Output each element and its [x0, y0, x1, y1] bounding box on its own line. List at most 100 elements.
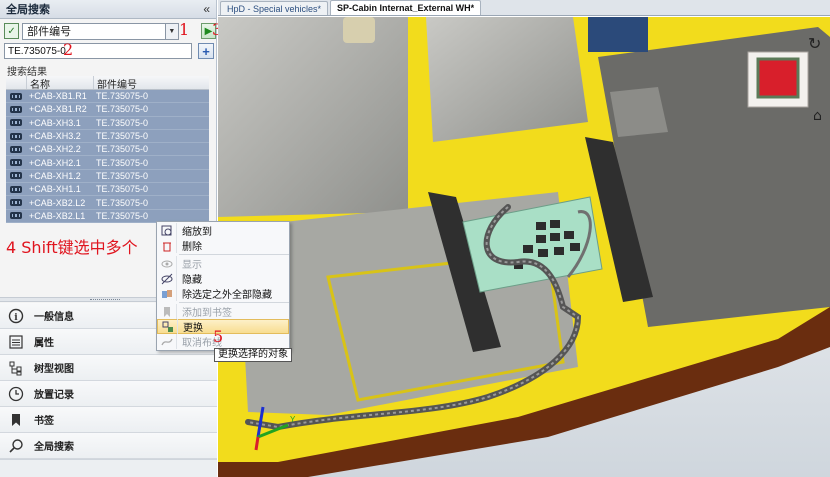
collapse-panel-icon[interactable]: « [203, 2, 210, 16]
tab-document[interactable]: HpD - Special vehicles* [220, 1, 329, 15]
nav-footer [0, 459, 217, 477]
connector-icon [6, 172, 26, 180]
cylinder [343, 17, 375, 43]
annotation-4: 4 Shift键选中多个 [6, 238, 138, 257]
connector-icon [6, 185, 26, 193]
tab-active-document[interactable]: SP-Cabin Internat_External WH* [330, 0, 482, 15]
row-name: +CAB-XH2.2 [29, 144, 81, 155]
connector-icon [6, 212, 26, 220]
row-part-number: TE.735075-0 [96, 131, 149, 142]
menu-separator [179, 254, 289, 255]
nav-item-tree-view[interactable]: 树型视图 [0, 355, 217, 381]
checkbox-icon[interactable]: ✓ [4, 23, 20, 39]
3d-scene: Y ↻ ⌂ [218, 17, 830, 477]
nav-item-search[interactable]: 全局搜索 [0, 433, 217, 459]
panel-header: 全局搜索 « [0, 0, 216, 19]
rotate-view-icon: ↻ [808, 34, 821, 53]
chevron-down-icon[interactable]: ▼ [164, 23, 178, 39]
table-row[interactable]: +CAB-XB1.R2 TE.735075-0 [6, 103, 209, 117]
search-query-row: + [4, 42, 216, 60]
tree-view-icon [8, 360, 24, 376]
menu-item-label: 隐藏 [182, 275, 202, 286]
results-table: 名称 部件编号 +CAB-XB1.R1 TE.735075-0 +CAB-XB1.R… [6, 76, 209, 223]
history-icon [8, 386, 24, 402]
nav-item-label: 一般信息 [34, 312, 74, 323]
search-input[interactable] [4, 43, 192, 59]
menu-item-add-bookmark: 添加到书签 [157, 304, 289, 319]
properties-icon [8, 334, 24, 350]
connector-icon [6, 92, 26, 100]
row-name: +CAB-XB2.L1 [29, 210, 86, 221]
menu-item-zoom-to[interactable]: 缩放到 [157, 223, 289, 238]
table-row[interactable]: +CAB-XH2.1 TE.735075-0 [6, 156, 209, 170]
connector-icon [6, 159, 26, 167]
menu-item-show: 显示 [157, 256, 289, 271]
search-icon [8, 438, 24, 454]
svg-text:Y: Y [290, 415, 296, 424]
panel-title: 全局搜索 [6, 4, 50, 16]
row-name: +CAB-XB1.R1 [29, 91, 87, 102]
blue-component [588, 17, 648, 52]
3d-viewport[interactable]: Y ↻ ⌂ [218, 17, 830, 477]
menu-item-label: 显示 [182, 260, 202, 271]
unroute-icon [157, 334, 177, 349]
row-part-number: TE.735075-0 [96, 104, 149, 115]
floor-panel-2 [426, 17, 588, 142]
nav-item-label: 属性 [34, 338, 54, 349]
hide-icon [157, 271, 177, 286]
zoom-to-icon [157, 223, 177, 238]
row-part-number: TE.735075-0 [96, 210, 149, 221]
replace-icon [158, 319, 178, 334]
row-part-number: TE.735075-0 [96, 184, 149, 195]
row-name: +CAB-XH2.1 [29, 157, 81, 168]
menu-separator [179, 302, 289, 303]
document-tabbar: HpD - Special vehicles* SP-Cabin Internat… [218, 0, 830, 16]
row-name: +CAB-XH1.1 [29, 184, 81, 195]
delete-icon [157, 238, 177, 253]
table-row[interactable]: +CAB-XB1.R1 TE.735075-0 [6, 90, 209, 104]
table-row[interactable]: +CAB-XB2.L2 TE.735075-0 [6, 196, 209, 210]
svg-text:i: i [14, 313, 18, 323]
home-view-icon: ⌂ [813, 108, 822, 124]
nav-item-bookmark[interactable]: 书签 [0, 407, 217, 433]
search-field-select[interactable]: 部件编号 ▼ [22, 22, 179, 40]
table-row[interactable]: +CAB-XH1.1 TE.735075-0 [6, 183, 209, 197]
table-row[interactable]: +CAB-XH2.2 TE.735075-0 [6, 143, 209, 157]
menu-item-hide[interactable]: 隐藏 [157, 271, 289, 286]
menu-item-label: 添加到书签 [182, 308, 232, 319]
row-name: +CAB-XH3.1 [29, 117, 81, 128]
bookmark-icon [8, 412, 24, 428]
add-criteria-button[interactable]: + [198, 43, 214, 59]
connector-icon [6, 199, 26, 207]
red-module [756, 57, 800, 99]
nav-item-history[interactable]: 放置记录 [0, 381, 217, 407]
menu-item-label: 除选定之外全部隐藏 [182, 290, 272, 301]
row-name: +CAB-XH1.2 [29, 170, 81, 181]
table-row[interactable]: +CAB-XH3.1 TE.735075-0 [6, 116, 209, 130]
connector-icon [6, 119, 26, 127]
connector-icon [6, 132, 26, 140]
floor-panel-1 [218, 17, 408, 217]
row-part-number: TE.735075-0 [96, 91, 149, 102]
row-name: +CAB-XB1.R2 [29, 104, 87, 115]
search-field-select-value: 部件编号 [27, 26, 72, 38]
row-name: +CAB-XH3.2 [29, 131, 81, 142]
info-icon: i [8, 308, 24, 324]
row-name: +CAB-XB2.L2 [29, 197, 86, 208]
hide-others-icon [157, 286, 177, 301]
nav-item-label: 书签 [34, 416, 54, 427]
connector-icon [6, 145, 26, 153]
menu-item-label: 删除 [182, 242, 202, 253]
menu-item-delete[interactable]: 删除 [157, 238, 289, 253]
menu-item-hide-others[interactable]: 除选定之外全部隐藏 [157, 286, 289, 301]
table-row[interactable]: +CAB-XH3.2 TE.735075-0 [6, 129, 209, 144]
results-table-header: 名称 部件编号 [6, 76, 209, 91]
column-header-part[interactable]: 部件编号 [93, 76, 209, 91]
table-row[interactable]: +CAB-XH1.2 TE.735075-0 [6, 169, 209, 184]
connector-icon [6, 105, 26, 113]
row-part-number: TE.735075-0 [96, 197, 149, 208]
nav-item-label: 树型视图 [34, 364, 74, 375]
annotation-1: 1 [179, 20, 190, 39]
column-header-name[interactable]: 名称 [26, 76, 93, 91]
nav-item-label: 放置记录 [34, 390, 74, 401]
